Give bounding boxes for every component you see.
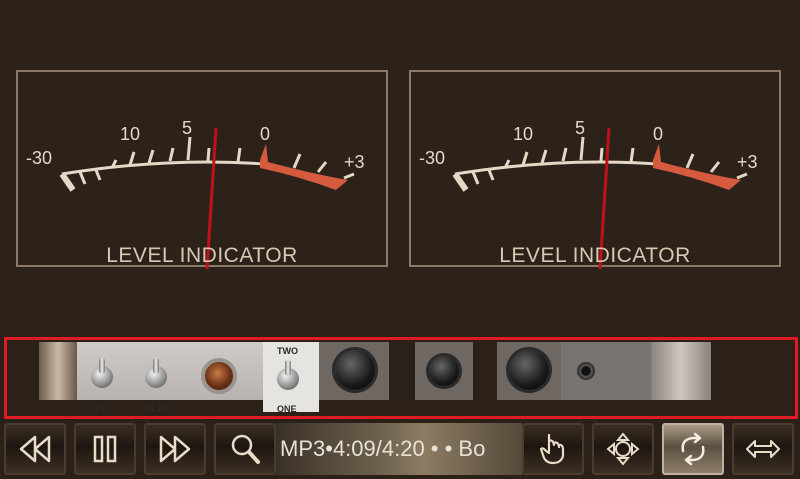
stretch-button[interactable] xyxy=(732,423,794,475)
touch-button[interactable] xyxy=(522,423,584,475)
play-switch[interactable] xyxy=(145,358,167,388)
scale-5: 5 xyxy=(575,118,586,138)
fast-forward-icon xyxy=(159,435,191,463)
scale-minus30: -30 xyxy=(26,148,53,168)
scale-5: 5 xyxy=(182,118,193,138)
vu-meter-right: -30 10 5 0 +3 LEVEL INDICATOR xyxy=(409,70,781,269)
rewind-button[interactable] xyxy=(4,423,66,475)
metal-rail-right xyxy=(651,342,711,400)
scale-0: 0 xyxy=(260,124,271,144)
hand-pointer-icon xyxy=(539,433,565,465)
volume-knob[interactable] xyxy=(335,350,375,390)
tape-deck-controls: ON PLAY TWO ONE xyxy=(4,337,798,419)
meter-label: LEVEL INDICATOR xyxy=(499,244,691,267)
balance-knob[interactable] xyxy=(429,356,459,386)
scale-plus3: +3 xyxy=(344,152,365,172)
knob-panel-3 xyxy=(497,342,561,400)
repeat-icon xyxy=(681,432,705,466)
knob-panel-1 xyxy=(319,342,389,400)
rewind-icon xyxy=(19,435,51,463)
switch-panel: ON PLAY TWO ONE xyxy=(77,342,319,414)
vu-meter-area: -30 10 5 0 +3 LEVEL INDICATOR -30 10 5 0… xyxy=(0,0,800,335)
indicator-lamp xyxy=(201,358,237,394)
bottom-toolbar: MP3•4:09/4:20 • • Bo xyxy=(0,421,800,479)
jack-panel xyxy=(561,342,651,400)
fast-forward-button[interactable] xyxy=(144,423,206,475)
one-label: ONE xyxy=(277,404,297,414)
scale-0: 0 xyxy=(653,124,664,144)
scale-minus30: -30 xyxy=(419,148,446,168)
track-status-text: MP3•4:09/4:20 • • Bo xyxy=(280,436,486,461)
pause-icon xyxy=(93,435,117,463)
search-icon xyxy=(231,434,260,464)
meter-scale xyxy=(59,127,355,269)
play-label: PLAY xyxy=(145,404,169,414)
move-arrows-icon xyxy=(606,432,640,466)
metal-rail xyxy=(39,342,77,400)
repeat-button[interactable] xyxy=(662,423,724,475)
on-switch[interactable] xyxy=(91,358,113,388)
meter-label: LEVEL INDICATOR xyxy=(106,244,298,267)
track-status-display: MP3•4:09/4:20 • • Bo xyxy=(276,423,522,475)
scale-plus3: +3 xyxy=(737,152,758,172)
two-label: TWO xyxy=(277,346,298,356)
two-one-switch[interactable] xyxy=(277,360,299,390)
headphone-jack xyxy=(577,362,595,380)
pause-button[interactable] xyxy=(74,423,136,475)
vu-meter-left: -30 10 5 0 +3 LEVEL INDICATOR xyxy=(16,70,388,269)
meter-scale xyxy=(452,127,748,269)
move-button[interactable] xyxy=(592,423,654,475)
search-button[interactable] xyxy=(214,423,276,475)
scale-10: 10 xyxy=(120,124,141,144)
knob-panel-2 xyxy=(415,342,473,400)
on-label: ON xyxy=(91,404,105,414)
horizontal-arrows-icon xyxy=(746,440,780,458)
tone-knob[interactable] xyxy=(509,350,549,390)
scale-10: 10 xyxy=(513,124,534,144)
